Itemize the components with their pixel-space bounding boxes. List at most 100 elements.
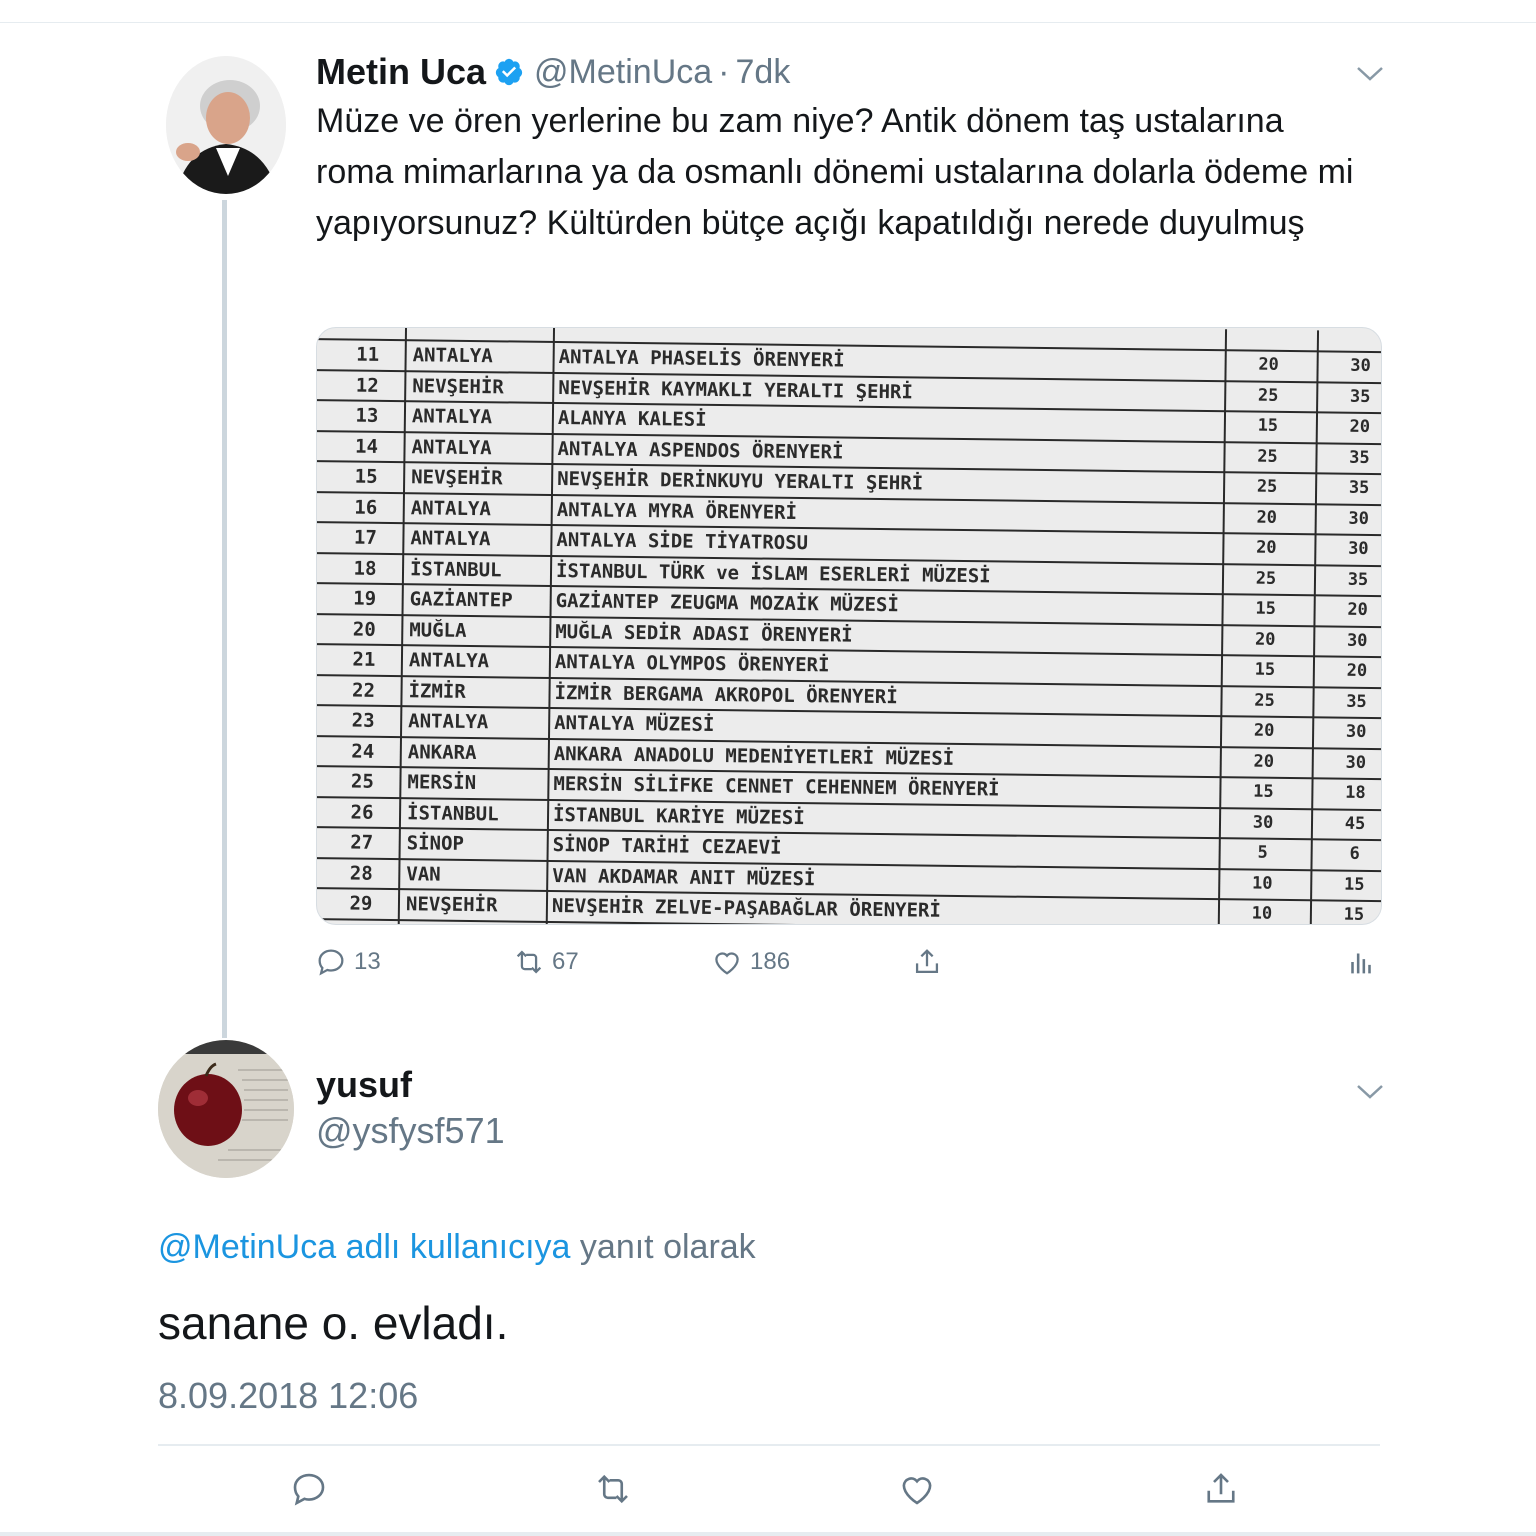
row-new-price: 30 bbox=[1348, 508, 1370, 529]
share-button[interactable] bbox=[910, 945, 944, 979]
row-new-price: 30 bbox=[1346, 630, 1368, 651]
row-new-price: 30 bbox=[1350, 355, 1371, 376]
tweet-header: Metin Uca @MetinUca · 7dk bbox=[316, 50, 790, 94]
like-button[interactable] bbox=[896, 1468, 938, 1515]
row-city: MUĞLA bbox=[409, 618, 467, 642]
row-old-price: 25 bbox=[1257, 385, 1279, 406]
heart-icon bbox=[715, 952, 739, 975]
row-number: 19 bbox=[353, 587, 377, 610]
row-site-name: ANTALYA SİDE TİYATROSU bbox=[556, 529, 809, 555]
row-old-price: 10 bbox=[1251, 873, 1273, 894]
tweet-media-image[interactable]: 11 ANTALYA ANTALYA PHASELİS ÖRENYERİ 20 30 12… bbox=[316, 327, 1382, 925]
row-site-name: NEVŞEHİR DERİNKUYU YERALTI ŞEHRİ bbox=[557, 468, 924, 495]
row-city: İZMİR bbox=[408, 679, 466, 703]
row-site-name: ANTALYA ASPENDOS ÖRENYERİ bbox=[557, 437, 844, 464]
bottom-divider bbox=[0, 1532, 1536, 1536]
row-site-name: VAN AKDAMAR ANIT MÜZESİ bbox=[552, 864, 816, 890]
row-new-price: 20 bbox=[1349, 416, 1371, 437]
row-number: 23 bbox=[351, 709, 375, 732]
apple-avatar-image bbox=[158, 1040, 294, 1178]
row-city: ANTALYA bbox=[410, 496, 492, 520]
row-city: ANTALYA bbox=[408, 710, 489, 734]
row-old-price: 15 bbox=[1253, 781, 1274, 802]
verified-badge-icon bbox=[495, 58, 523, 86]
row-old-price: 20 bbox=[1258, 354, 1279, 375]
row-number: 26 bbox=[350, 801, 374, 824]
row-site-name: NEVŞEHİR KAYMAKLI YERALTI ŞEHRİ bbox=[558, 376, 914, 403]
reply-button[interactable] bbox=[288, 1468, 330, 1515]
row-new-price: 35 bbox=[1348, 477, 1370, 498]
row-new-price: 18 bbox=[1345, 782, 1366, 803]
row-number: 20 bbox=[352, 618, 376, 641]
like-count: 186 bbox=[750, 948, 791, 975]
reply-author-name[interactable]: yusuf bbox=[316, 1064, 412, 1106]
reply-text: sanane o. evladı. bbox=[158, 1297, 509, 1349]
row-number: 15 bbox=[354, 465, 378, 488]
row-site-name: ANTALYA PHASELİS ÖRENYERİ bbox=[558, 346, 845, 372]
reply-icon bbox=[293, 1473, 325, 1506]
row-site-name: İSTANBUL KARİYE MÜZESİ bbox=[552, 803, 805, 829]
row-old-price: 15 bbox=[1254, 659, 1276, 680]
reply-author-handle[interactable]: @ysfysf571 bbox=[316, 1110, 505, 1152]
row-site-name: İZMİR BERGAMA AKROPOL ÖRENYERİ bbox=[554, 681, 898, 708]
row-number: 22 bbox=[351, 679, 376, 702]
row-site-name: MUĞLA SEDİR ADASI ÖRENYERİ bbox=[555, 620, 853, 647]
reply-context: @MetinUca adlı kullanıcıya yanıt olarak bbox=[158, 1228, 756, 1267]
row-number: 30 bbox=[339, 923, 381, 924]
retweet-icon bbox=[516, 950, 542, 974]
retweet-button[interactable] bbox=[592, 1468, 634, 1515]
reply-timestamp[interactable]: 8.09.2018 12:06 bbox=[158, 1375, 418, 1417]
chevron-down-icon[interactable] bbox=[1356, 1084, 1384, 1100]
tweet-time[interactable]: 7dk bbox=[736, 53, 791, 92]
row-city: ANTALYA bbox=[410, 527, 491, 551]
author-avatar[interactable] bbox=[166, 56, 286, 194]
row-site-name: MERSİN SİLİFKE CENNET CEHENNEM ÖRENYERİ bbox=[553, 773, 1000, 801]
row-number: 14 bbox=[354, 435, 379, 458]
row-old-price: 20 bbox=[1253, 751, 1275, 772]
row-old-price: 15 bbox=[1257, 415, 1279, 436]
reply-to-link[interactable]: @MetinUca adlı kullanıcıya bbox=[158, 1228, 570, 1266]
row-city: VAN bbox=[406, 862, 441, 886]
thread-connector bbox=[222, 200, 227, 1038]
row-site-name: ANTALYA MYRA ÖRENYERİ bbox=[556, 498, 798, 524]
row-city: MERSİN bbox=[407, 771, 477, 795]
row-city: ANTALYA bbox=[408, 649, 490, 673]
row-city: ÇANAKKALE bbox=[405, 924, 508, 925]
row-old-price: 25 bbox=[1257, 446, 1278, 467]
row-site-name: İSTANBUL TÜRK ve İSLAM ESERLERİ MÜZESİ bbox=[555, 559, 991, 587]
row-site-name: NEVŞEHİR ZELVE-PAŞABAĞLAR ÖRENYERİ bbox=[551, 895, 941, 922]
retweet-count: 67 bbox=[552, 948, 579, 975]
row-site-name: ANTALYA MÜZESİ bbox=[554, 712, 715, 736]
retweet-icon bbox=[598, 1474, 628, 1504]
row-old-price: 5 bbox=[1257, 842, 1268, 863]
row-number: 13 bbox=[355, 404, 379, 427]
like-button[interactable]: 186 bbox=[710, 945, 790, 979]
price-table-photo: 11 ANTALYA ANTALYA PHASELİS ÖRENYERİ 20 30 12… bbox=[317, 328, 1381, 925]
actions-divider bbox=[158, 1444, 1380, 1446]
author-name[interactable]: Metin Uca bbox=[316, 51, 486, 93]
author-avatar-image bbox=[166, 56, 286, 194]
row-city: ANKARA bbox=[407, 740, 477, 764]
chevron-down-icon[interactable] bbox=[1356, 66, 1384, 82]
row-number: 12 bbox=[355, 374, 379, 397]
row-number: 25 bbox=[350, 770, 375, 793]
analytics-button[interactable] bbox=[1344, 945, 1378, 979]
reply-to-suffix: yanıt olarak bbox=[579, 1228, 756, 1266]
share-button[interactable] bbox=[1200, 1468, 1242, 1515]
reply-button[interactable]: 13 bbox=[314, 945, 381, 979]
row-city: NEVŞEHİR bbox=[412, 374, 504, 398]
row-number: 27 bbox=[350, 831, 374, 854]
reply-author-avatar[interactable] bbox=[158, 1040, 294, 1178]
reply-actions bbox=[0, 1468, 1536, 1512]
row-number: 17 bbox=[353, 526, 378, 549]
row-old-price: 20 bbox=[1253, 720, 1275, 741]
row-site-name: GAZİANTEP ZEUGMA MOZAİK MÜZESİ bbox=[555, 590, 899, 617]
tweet-actions: 13 67 186 bbox=[0, 945, 1536, 989]
retweet-button[interactable]: 67 bbox=[512, 945, 579, 979]
row-new-price: 20 bbox=[1347, 599, 1368, 620]
share-icon bbox=[1207, 1473, 1235, 1503]
row-old-price: 15 bbox=[1255, 598, 1276, 619]
row-number: 16 bbox=[354, 496, 378, 519]
author-handle[interactable]: @MetinUca bbox=[534, 53, 712, 92]
row-site-name: SİNOP TARİHİ CEZAEVİ bbox=[552, 834, 782, 859]
